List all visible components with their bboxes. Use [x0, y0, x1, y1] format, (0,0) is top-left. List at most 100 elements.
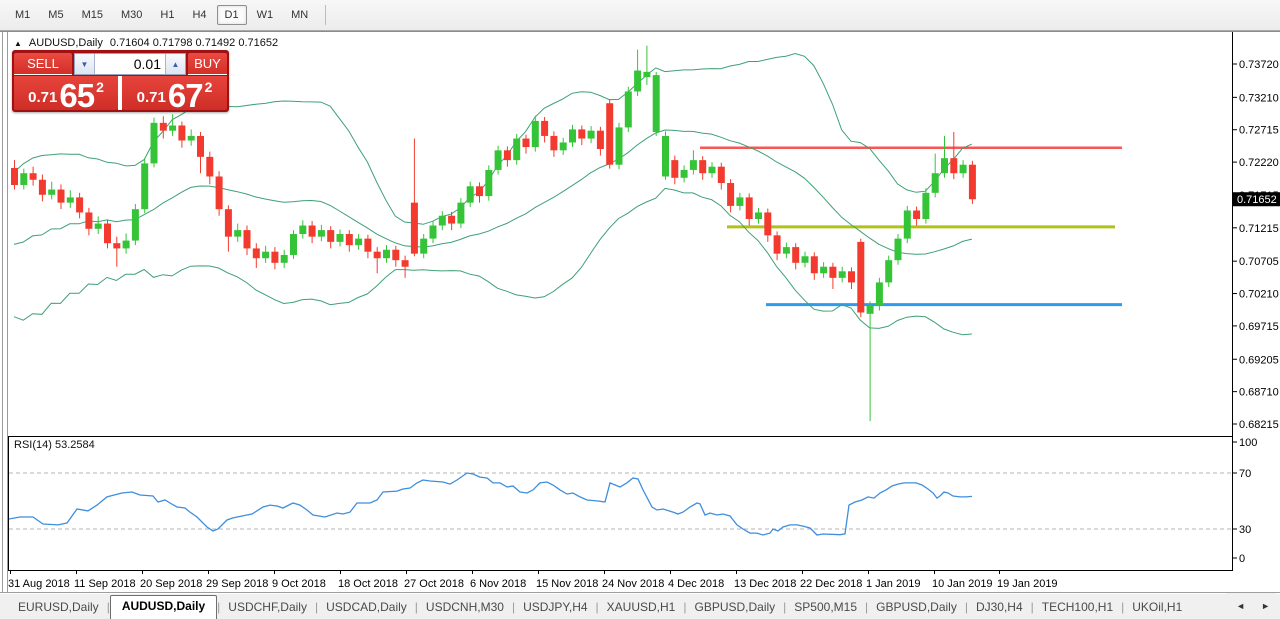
timeframe-button-mn[interactable]: MN — [283, 5, 316, 25]
timeframe-button-h4[interactable]: H4 — [184, 5, 214, 25]
tab-eurusd-daily[interactable]: EURUSD,Daily — [10, 597, 107, 619]
sell-button[interactable]: SELL — [14, 53, 72, 75]
candle-body — [243, 230, 251, 249]
tab-scroll-left-icon[interactable]: ◄ — [1236, 601, 1245, 611]
candle-body — [271, 251, 279, 263]
tab-scroll-right-icon[interactable]: ► — [1261, 601, 1270, 611]
candle-body — [159, 122, 167, 131]
date-label: 29 Sep 2018 — [206, 578, 268, 590]
candle-body — [959, 164, 967, 174]
tab-usdjpy-h4[interactable]: USDJPY,H4 — [515, 597, 595, 619]
volume-value[interactable]: 0.01 — [95, 54, 165, 74]
candle-body — [392, 249, 400, 261]
price-tick-label: 0.72715 — [1239, 125, 1279, 137]
candle-body — [894, 238, 902, 261]
candle-body — [299, 225, 307, 235]
chart-info-line: ▲ AUDUSD,Daily 0.71604 0.71798 0.71492 0… — [14, 37, 278, 49]
candle-body — [169, 125, 177, 131]
candle-body — [317, 230, 325, 237]
candle-body — [448, 215, 456, 224]
price-tick-label: 0.69205 — [1239, 354, 1279, 366]
candle-body — [587, 130, 595, 139]
candle-body — [327, 230, 335, 242]
candle-body — [764, 212, 772, 236]
timeframe-button-h1[interactable]: H1 — [152, 5, 182, 25]
volume-increase-icon[interactable]: ▲ — [165, 54, 185, 74]
tab-gbpusd-daily[interactable]: GBPUSD,Daily — [868, 597, 965, 619]
tab-xauusd-h1[interactable]: XAUUSD,H1 — [599, 597, 684, 619]
candle-body — [857, 241, 865, 313]
candle-body — [262, 251, 270, 259]
candle-body — [466, 186, 474, 203]
volume-decrease-icon[interactable]: ▼ — [75, 54, 95, 74]
timeframe-button-m5[interactable]: M5 — [40, 5, 71, 25]
candle-body — [541, 120, 549, 136]
candle-body — [438, 215, 446, 226]
tab-dj30-h4[interactable]: DJ30,H4 — [968, 597, 1031, 619]
candle-body — [968, 164, 976, 200]
candle-body — [689, 160, 697, 170]
chart-svg[interactable]: 0.737200.732100.727150.722200.717150.712… — [0, 31, 1280, 592]
tab-usdcad-daily[interactable]: USDCAD,Daily — [318, 597, 415, 619]
candle-body — [57, 189, 65, 203]
chart-background — [0, 31, 1280, 592]
timeframe-button-d1[interactable]: D1 — [216, 5, 247, 25]
candle-body — [820, 266, 828, 274]
candle-body — [773, 235, 781, 254]
date-label: 15 Nov 2018 — [536, 578, 598, 590]
price-tick-label: 0.71215 — [1239, 223, 1279, 235]
candle-body — [606, 103, 614, 165]
candle-body — [848, 271, 855, 283]
candle-body — [866, 305, 874, 314]
date-label: 6 Nov 2018 — [470, 578, 526, 590]
candle-body — [104, 223, 111, 244]
mt4-window: M1 M5 M15 M30 H1 H4 D1 W1 MN 0.73720 0.73210 0.727… — [0, 0, 1280, 619]
candle-body — [931, 173, 939, 193]
buy-price-prefix: 0.71 — [136, 89, 166, 106]
sell-price-panel[interactable]: 0.71 65 2 — [14, 76, 118, 112]
tab-usdchf-daily[interactable]: USDCHF,Daily — [220, 597, 315, 619]
chart-tab-bar: EURUSD,Daily | AUDUSD,Daily | USDCHF,Daily | U… — [0, 592, 1280, 619]
candle-body — [941, 158, 948, 174]
toolbar-separator — [325, 5, 327, 25]
tab-tech100-h1[interactable]: TECH100,H1 — [1034, 597, 1121, 619]
candle-body — [94, 223, 102, 229]
timeframe-button-m15[interactable]: M15 — [74, 5, 111, 25]
tab-sp500-m15[interactable]: SP500,M15 — [786, 597, 865, 619]
candle-body — [150, 122, 158, 164]
candle-body — [29, 173, 37, 180]
candle-body — [875, 282, 883, 306]
date-label: 27 Oct 2018 — [404, 578, 464, 590]
candle-body — [290, 234, 297, 255]
candle-body — [131, 209, 139, 241]
date-label: 22 Dec 2018 — [800, 578, 862, 590]
tab-gbpusd-daily[interactable]: GBPUSD,Daily — [686, 597, 783, 619]
tab-ukoil-h1[interactable]: UKOil,H1 — [1124, 597, 1190, 619]
candle-body — [429, 225, 437, 239]
candle-body — [234, 230, 242, 237]
candle-body — [20, 173, 28, 185]
candle-body — [801, 256, 809, 263]
candle-body — [364, 238, 372, 252]
rsi-indicator-label: RSI(14) 53.2584 — [14, 439, 95, 451]
timeframe-button-m1[interactable]: M1 — [7, 5, 38, 25]
buy-button[interactable]: BUY — [188, 53, 227, 75]
timeframe-button-m30[interactable]: M30 — [113, 5, 150, 25]
candle-body — [224, 209, 232, 237]
volume-stepper: ▼ 0.01 ▲ — [74, 53, 186, 75]
candle-body — [457, 202, 465, 224]
candle-body — [122, 240, 130, 249]
candle-body — [355, 238, 363, 246]
timeframe-button-w1[interactable]: W1 — [249, 5, 282, 25]
tab-usdcnh-m30[interactable]: USDCNH,M30 — [418, 597, 512, 619]
tab-audusd-daily[interactable]: AUDUSD,Daily — [109, 595, 218, 619]
buy-price-panel[interactable]: 0.71 67 2 — [122, 76, 227, 112]
price-tick-label: 0.73720 — [1239, 59, 1279, 71]
candle-body — [615, 127, 623, 165]
price-tick-label: 0.68710 — [1239, 387, 1279, 399]
candle-body — [345, 234, 353, 246]
candle-body — [373, 251, 381, 259]
candle-body — [578, 129, 586, 139]
date-label: 18 Oct 2018 — [338, 578, 398, 590]
rsi-tick-label: 100 — [1239, 437, 1257, 449]
